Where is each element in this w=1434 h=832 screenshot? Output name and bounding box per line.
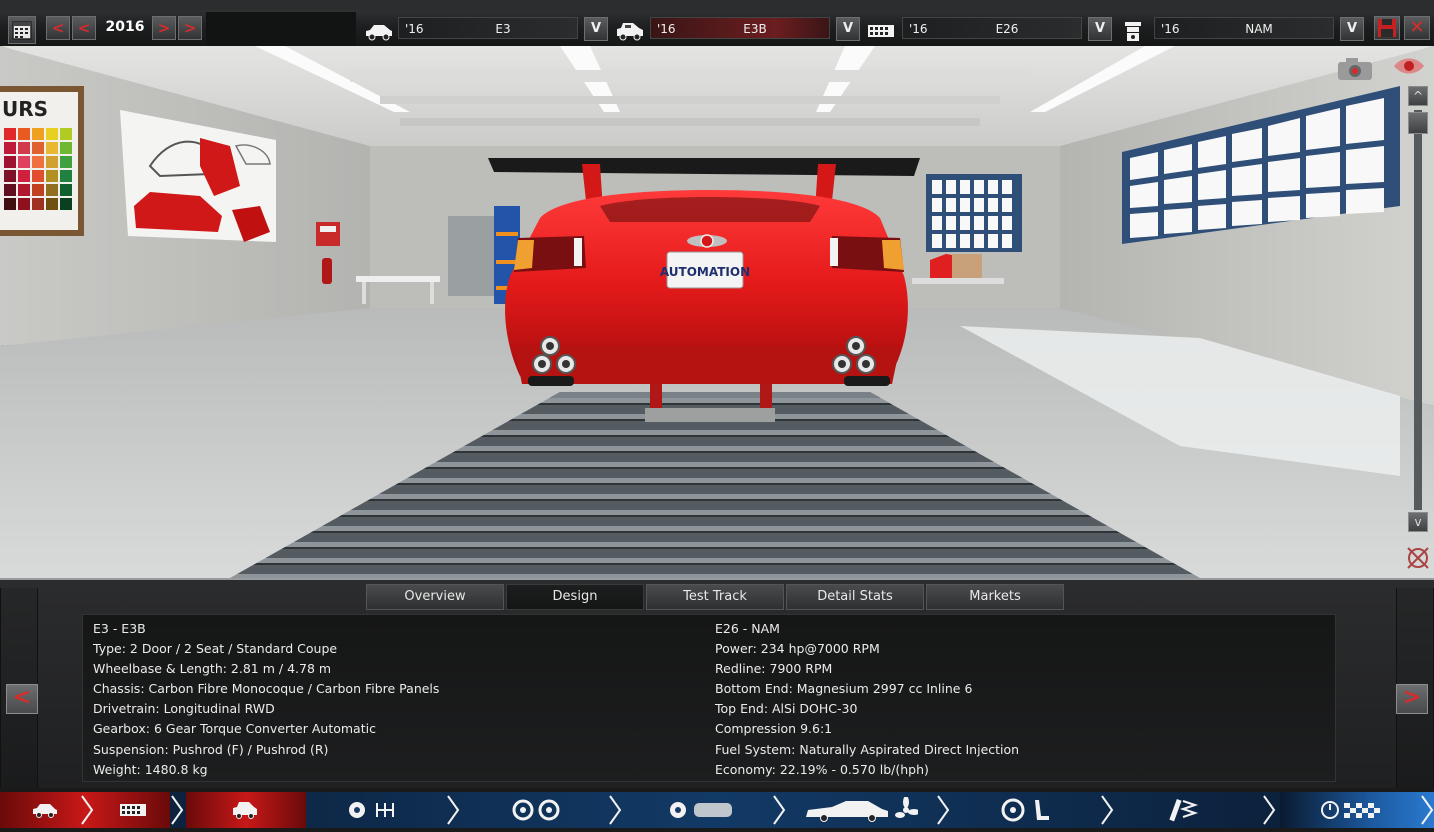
design-stats-box: E3 - E3B Type: 2 Door / 2 Seat / Standar… xyxy=(82,614,1336,782)
engine-stat-redline: Redline: 7900 RPM xyxy=(715,661,833,677)
engine-stat-fuel-system: Fuel System: Naturally Aspirated Direct … xyxy=(715,741,1020,757)
license-plate-text: AUTOMATION xyxy=(660,265,750,279)
engine-stat-economy: Economy: 22.19% - 0.570 lb/(hph) xyxy=(715,761,929,777)
scroll-down-button[interactable]: v xyxy=(1408,512,1428,532)
piston-icon xyxy=(1118,18,1148,44)
engine-family-year: '16 xyxy=(909,22,928,36)
engine-variant-name: NAM xyxy=(1245,22,1273,36)
view-scrollbar-track[interactable] xyxy=(1414,110,1422,510)
tab-overview[interactable]: Overview xyxy=(366,584,504,610)
car-trim-icon xyxy=(615,18,645,44)
view-scrollbar-thumb[interactable] xyxy=(1408,112,1428,134)
car-model-year: '16 xyxy=(405,22,424,36)
gearbox-icon[interactable] xyxy=(340,792,406,828)
fixtures-icon[interactable] xyxy=(662,792,738,828)
chevron-right-icon xyxy=(171,795,184,825)
tab-test-track[interactable]: Test Track xyxy=(646,584,784,610)
car-model-selector[interactable]: '16 E3 xyxy=(398,17,578,39)
reset-view-icon[interactable] xyxy=(1404,544,1432,572)
engine-stats-column: E26 - NAM Power: 234 hp@7000 RPM Redline… xyxy=(715,619,1019,780)
engine-stat-power: Power: 234 hp@7000 RPM xyxy=(715,641,880,657)
year-next-button[interactable]: > xyxy=(152,16,176,40)
chevron-right-icon xyxy=(1263,795,1276,825)
scroll-up-button[interactable]: ^ xyxy=(1408,86,1428,106)
calendar-icon[interactable] xyxy=(8,16,36,44)
engine-stat-bottom-end: Bottom End: Magnesium 2997 cc Inline 6 xyxy=(715,681,973,697)
camera-icon[interactable] xyxy=(1334,54,1378,82)
engine-stat-top-end: Top End: AlSi DOHC-30 xyxy=(715,701,858,717)
save-icon[interactable] xyxy=(1374,16,1400,40)
engine-family-dropdown[interactable]: V xyxy=(1088,17,1112,41)
stage-navigation xyxy=(0,788,1434,832)
chevron-right-icon xyxy=(937,795,950,825)
stats-panel: Overview Design Test Track Detail Stats … xyxy=(0,578,1434,790)
chevron-right-icon xyxy=(1421,795,1434,825)
trim-selector[interactable]: '16 E3B xyxy=(650,17,830,39)
car-model-name: E3 xyxy=(495,22,511,36)
trim-year: '16 xyxy=(657,22,676,36)
trim-name: E3B xyxy=(743,22,767,36)
engine-family-selector[interactable]: '16 E26 xyxy=(902,17,1082,39)
view-controls: ^ v xyxy=(1338,46,1434,578)
engine-block-icon xyxy=(866,18,896,44)
chevron-right-icon xyxy=(609,795,622,825)
engine-family-name: E26 xyxy=(995,22,1019,36)
chevron-right-icon xyxy=(1101,795,1114,825)
panel-next-button[interactable]: > xyxy=(1396,684,1428,714)
toolbar-spacer xyxy=(206,12,356,46)
chevron-right-icon xyxy=(447,795,460,825)
trim-design-icon[interactable] xyxy=(220,792,270,828)
tab-design[interactable]: Design xyxy=(506,584,644,610)
garage-scene: URS AUTOMATION xyxy=(0,46,1434,578)
car-stat-chassis: Chassis: Carbon Fibre Monocoque / Carbon… xyxy=(93,681,440,697)
trim-dropdown[interactable]: V xyxy=(836,17,860,41)
panel-prev-button[interactable]: < xyxy=(6,684,38,714)
top-toolbar: < < 2016 > > '16 E3 V '16 E3B V '16 E26 … xyxy=(0,0,1434,47)
wheels-icon[interactable] xyxy=(504,792,570,828)
chevron-right-icon xyxy=(81,795,94,825)
car-model-icon[interactable] xyxy=(20,792,70,828)
close-button[interactable]: ✕ xyxy=(1404,16,1430,40)
engine-model-icon[interactable] xyxy=(108,792,158,828)
car-stat-drivetrain: Drivetrain: Longitudinal RWD xyxy=(93,701,275,717)
car-model-dropdown[interactable]: V xyxy=(584,17,608,41)
car-stats-column: E3 - E3B Type: 2 Door / 2 Seat / Standar… xyxy=(93,619,439,780)
engine-stat-compression: Compression 9.6:1 xyxy=(715,721,833,737)
car-stat-type: Type: 2 Door / 2 Seat / Standard Coupe xyxy=(93,641,338,657)
engine-variant-year: '16 xyxy=(1161,22,1180,36)
tab-markets[interactable]: Markets xyxy=(926,584,1064,610)
engine-variant-selector[interactable]: '16 NAM xyxy=(1154,17,1334,39)
year-next-fast-button[interactable]: > xyxy=(178,16,202,40)
garage-viewport[interactable]: URS AUTOMATION xyxy=(0,46,1434,578)
aero-styling-icon[interactable] xyxy=(800,792,920,828)
car-stat-title: E3 - E3B xyxy=(93,621,146,636)
poster-text: URS xyxy=(2,97,48,121)
car-stat-suspension: Suspension: Pushrod (F) / Pushrod (R) xyxy=(93,741,329,757)
eye-icon[interactable] xyxy=(1392,56,1426,76)
tab-detail-stats[interactable]: Detail Stats xyxy=(786,584,924,610)
car-stat-gearbox: Gearbox: 6 Gear Torque Converter Automat… xyxy=(93,721,376,737)
testing-icon[interactable] xyxy=(1316,792,1386,828)
car-stat-wheelbase: Wheelbase & Length: 2.81 m / 4.78 m xyxy=(93,661,332,677)
car-body-icon xyxy=(364,18,394,44)
interior-icon[interactable] xyxy=(994,792,1056,828)
suspension-icon[interactable] xyxy=(1164,792,1204,828)
year-prev-fast-button[interactable]: < xyxy=(46,16,70,40)
year-display: 2016 xyxy=(105,19,145,35)
year-prev-button[interactable]: < xyxy=(72,16,96,40)
car-stat-weight: Weight: 1480.8 kg xyxy=(93,761,208,777)
engine-stat-title: E26 - NAM xyxy=(715,621,780,636)
engine-variant-dropdown[interactable]: V xyxy=(1340,17,1364,41)
chevron-right-icon xyxy=(773,795,786,825)
